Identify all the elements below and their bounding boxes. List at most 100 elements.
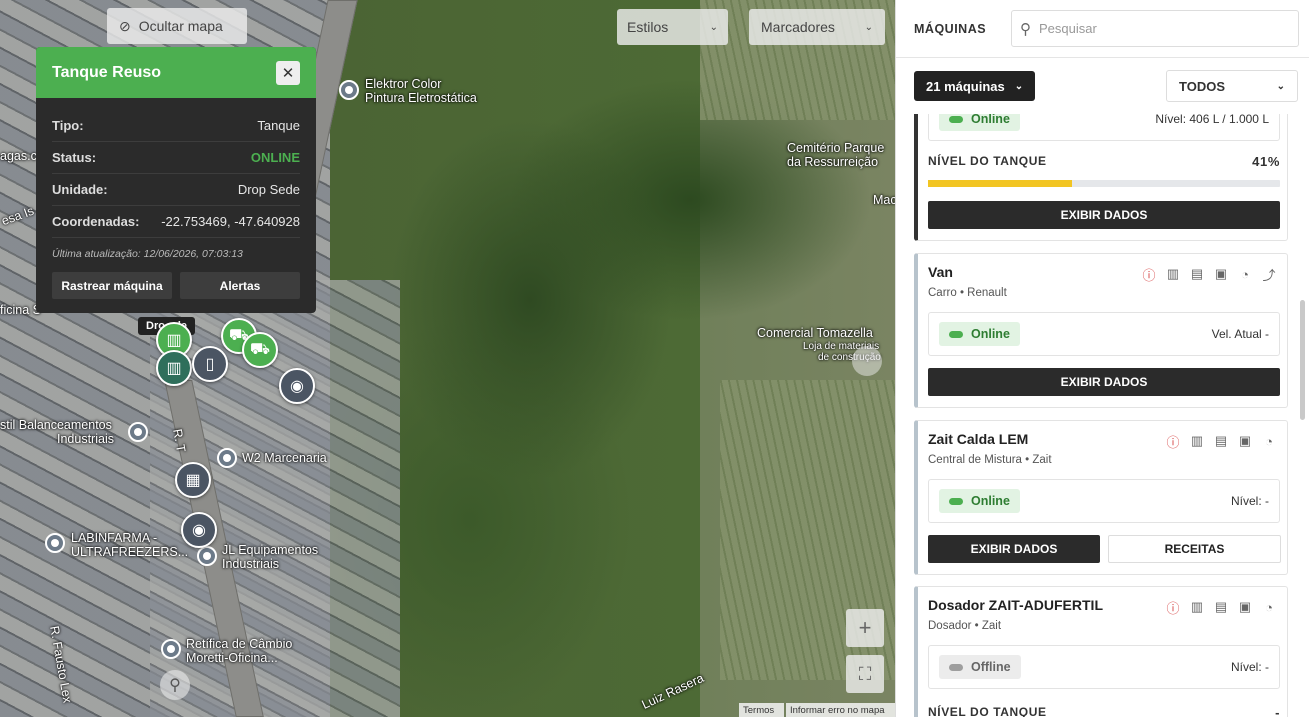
alert-icon[interactable]: ⓘ	[1141, 266, 1157, 283]
status-badge: ONLINE	[250, 150, 300, 165]
doser-marker[interactable]: ◉	[181, 512, 217, 548]
status-pill: Online	[939, 114, 1020, 131]
status-pill: Online	[939, 489, 1020, 513]
trend-icon[interactable]: ⤴	[1261, 266, 1277, 283]
last-update-text: Última atualização: 12/06/2026, 07:03:13	[52, 248, 243, 260]
tank-icon: ▥	[166, 332, 182, 349]
report-icon[interactable]: ▤	[1213, 433, 1229, 449]
map-report-link[interactable]: Informar erro no mapa	[786, 703, 895, 717]
tank-icon: ▥	[166, 360, 182, 377]
pegman-button[interactable]: ⚲	[160, 670, 190, 700]
markers-dropdown[interactable]: Marcadores ⌄	[749, 9, 885, 45]
chevron-down-icon: ⌄	[709, 21, 718, 33]
chart-icon[interactable]: ▥	[1189, 599, 1205, 615]
map-pin[interactable]	[217, 448, 237, 468]
map-terms-link[interactable]: Termos	[739, 703, 784, 717]
status-box: Online Vel. Atual -	[928, 312, 1280, 356]
machine-count-dropdown[interactable]: 21 máquinas ⌄	[914, 71, 1036, 101]
plus-icon: +	[858, 615, 872, 640]
styles-dropdown[interactable]: Estilos ⌄	[617, 9, 728, 45]
tank-marker[interactable]: ▯	[192, 346, 228, 382]
alert-icon[interactable]: ⓘ	[1165, 433, 1181, 450]
machines-panel: MÁQUINAS ⚲ Pesquisar 21 máquinas ⌄ TODOS…	[895, 0, 1309, 717]
report-icon[interactable]: ▤	[1213, 599, 1229, 615]
chevron-down-icon: ⌄	[1014, 80, 1024, 92]
chart-icon[interactable]: ▥	[1165, 266, 1181, 282]
zoom-in-button[interactable]: +	[846, 609, 884, 647]
machine-name: Dosador ZAIT-ADUFERTIL	[928, 597, 1103, 613]
fullscreen-button[interactable]: ⛶	[846, 655, 884, 693]
doser-marker[interactable]: ◉	[279, 368, 315, 404]
person-icon: ⚲	[169, 677, 181, 694]
fullscreen-icon: ⛶	[858, 663, 872, 684]
car-marker[interactable]: ⛟	[242, 332, 278, 368]
close-button[interactable]: ✕	[276, 60, 300, 85]
machine-name: Zait Calda LEM	[928, 431, 1029, 447]
machine-actions: ⓘ ▥ ▤ ▣ ◔ ⤴	[1141, 266, 1277, 283]
gauge-icon[interactable]: ◔	[1261, 599, 1277, 615]
machine-card[interactable]: Van Carro • Renault ⓘ ▥ ▤ ▣ ◔ ⤴ Online V…	[914, 253, 1288, 408]
view-data-button[interactable]: EXIBIR DADOS	[928, 368, 1280, 396]
popup-row: Tipo: Tanque	[52, 110, 300, 142]
popup-row: Status: ONLINE	[52, 142, 300, 174]
view-data-button[interactable]: EXIBIR DADOS	[928, 201, 1280, 229]
inbox-icon[interactable]: ▣	[1213, 266, 1229, 282]
tank-icon: ▯	[205, 356, 215, 373]
doser-icon: ◉	[192, 522, 206, 539]
mixer-icon: ▦	[185, 472, 201, 489]
map-pin[interactable]	[128, 422, 148, 442]
machine-name: Van	[928, 264, 953, 280]
alerts-button[interactable]: Alertas	[180, 272, 300, 299]
inbox-icon[interactable]: ▣	[1237, 433, 1253, 449]
status-box: Online Nível: -	[928, 479, 1280, 523]
machine-subtitle: Central de Mistura • Zait	[928, 454, 1052, 466]
tank-marker[interactable]: ▥	[156, 350, 192, 386]
machine-card[interactable]: Online Nível: 406 L / 1.000 L NÍVEL DO T…	[914, 114, 1288, 241]
doser-icon: ◉	[290, 378, 304, 395]
alert-icon[interactable]: ⓘ	[1165, 599, 1181, 616]
chevron-down-icon: ⌄	[1276, 80, 1285, 92]
popup-row: Coordenadas: -22.753469, -47.640928	[52, 206, 300, 238]
machine-actions: ⓘ ▥ ▤ ▣ ◔	[1165, 599, 1277, 616]
view-data-button[interactable]: EXIBIR DADOS	[928, 535, 1100, 563]
panel-title: MÁQUINAS	[914, 21, 987, 36]
machine-card[interactable]: Zait Calda LEM Central de Mistura • Zait…	[914, 420, 1288, 575]
map-pin[interactable]	[197, 546, 217, 566]
status-filter-select[interactable]: TODOS ⌄	[1166, 70, 1298, 102]
map-rotate-control[interactable]	[852, 346, 882, 376]
recipes-button[interactable]: RECEITAS	[1108, 535, 1281, 563]
hide-map-button[interactable]: ⊘ Ocultar mapa	[107, 8, 247, 44]
mixer-marker[interactable]: ▦	[175, 462, 211, 498]
status-box: Online Nível: 406 L / 1.000 L	[928, 114, 1280, 141]
gauge-icon[interactable]: ◔	[1261, 433, 1277, 449]
panel-scrollbar[interactable]	[1300, 300, 1305, 420]
tank-level-header: NÍVEL DO TANQUE 41%	[928, 154, 1280, 169]
popup-title: Tanque Reuso	[52, 63, 162, 81]
chevron-down-icon: ⌄	[864, 21, 873, 33]
chart-icon[interactable]: ▥	[1189, 433, 1205, 449]
map-pin[interactable]	[45, 533, 65, 553]
map-pin[interactable]	[161, 639, 181, 659]
tank-level-header: NÍVEL DO TANQUE -	[928, 705, 1280, 717]
inbox-icon[interactable]: ▣	[1237, 599, 1253, 615]
machine-card[interactable]: Dosador ZAIT-ADUFERTIL Dosador • Zait ⓘ …	[914, 586, 1288, 717]
status-pill: Offline	[939, 655, 1021, 679]
popup-row: Unidade: Drop Sede	[52, 174, 300, 206]
popup-header: Tanque Reuso ✕	[36, 47, 316, 98]
track-machine-button[interactable]: Rastrear máquina	[52, 272, 172, 299]
map-view[interactable]: ⊘ Ocultar mapa Estilos ⌄ Marcadores ⌄ El…	[0, 0, 895, 717]
machine-info-popup: Tanque Reuso ✕ Tipo: Tanque Status: ONLINE…	[36, 47, 316, 313]
tank-level-fill	[928, 180, 1073, 187]
report-icon[interactable]: ▤	[1189, 266, 1205, 282]
status-box: Offline Nível: -	[928, 645, 1280, 689]
map-pin[interactable]	[339, 80, 359, 100]
machine-actions: ⓘ ▥ ▤ ▣ ◔	[1165, 433, 1277, 450]
machine-list[interactable]: Online Nível: 406 L / 1.000 L NÍVEL DO T…	[896, 114, 1296, 717]
gauge-icon[interactable]: ◔	[1237, 266, 1253, 282]
search-input[interactable]: ⚲ Pesquisar	[1011, 10, 1299, 47]
car-icon: ⛟	[249, 341, 271, 358]
status-pill: Online	[939, 322, 1020, 346]
machine-subtitle: Carro • Renault	[928, 287, 1007, 299]
eye-off-icon: ⊘	[119, 17, 131, 34]
tank-level-bar	[928, 180, 1280, 187]
